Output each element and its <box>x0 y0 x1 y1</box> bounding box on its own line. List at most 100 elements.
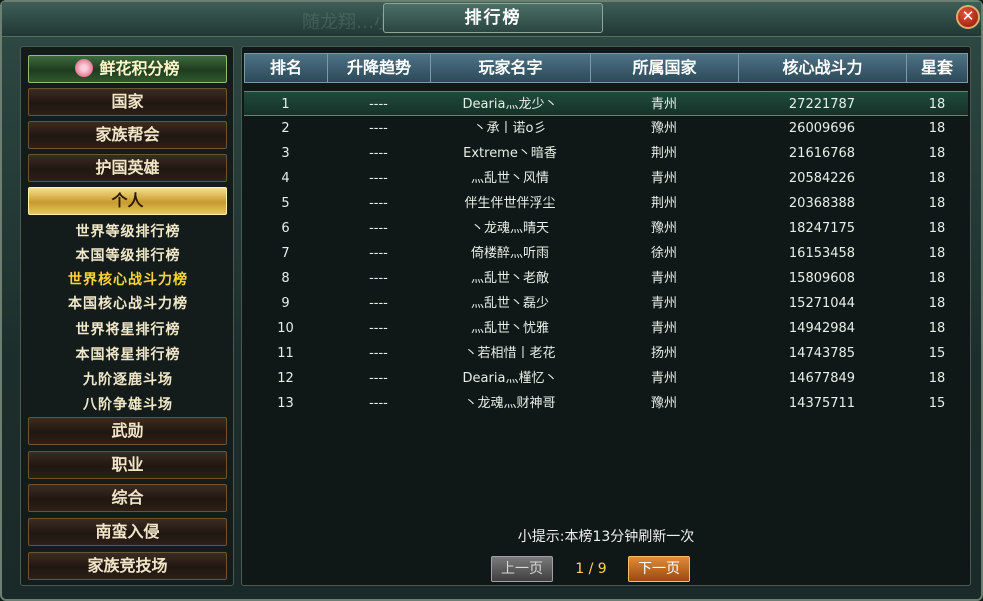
cell-player-name: 丶承丨诺o彡 <box>473 121 547 136</box>
cell-power: 14375711 <box>788 396 856 411</box>
cell-power: 20584226 <box>788 171 856 186</box>
cell-trend: ---- <box>369 221 388 236</box>
table-row[interactable]: 4 ---- 灬乱世丶风情 青州 20584226 18 <box>244 166 968 191</box>
table-row[interactable]: 2 ---- 丶承丨诺o彡 豫州 26009696 18 <box>244 116 968 141</box>
header-power[interactable]: 核心战斗力 <box>738 53 906 83</box>
cell-trend: ---- <box>369 321 388 336</box>
table-row[interactable]: 5 ---- 伴生伴世伴浮尘 荆州 20368388 18 <box>244 191 968 216</box>
sidebar-item-guild[interactable]: 家族帮会 <box>28 121 227 149</box>
header-country[interactable]: 所属国家 <box>590 53 738 83</box>
sub-item-country-level[interactable]: 本国等级排行榜 <box>31 245 225 267</box>
sidebar-item-profession[interactable]: 职业 <box>28 451 227 479</box>
page-indicator: 1 / 9 <box>575 561 607 577</box>
sidebar-item-overall[interactable]: 综合 <box>28 484 227 512</box>
pagination: 上一页 1 / 9 下一页 <box>242 556 970 582</box>
sub-item-arena-9[interactable]: 九阶逐鹿斗场 <box>31 369 225 391</box>
table-row[interactable]: 11 ---- 丶若相惜丨老花 扬州 14743785 15 <box>244 341 968 366</box>
close-icon[interactable]: ✕ <box>956 5 980 29</box>
cell-country: 荆州 <box>650 146 677 161</box>
sub-item-world-power[interactable]: 世界核心战斗力榜 <box>31 269 225 291</box>
header-star-set[interactable]: 星套 <box>906 53 968 83</box>
cell-player-name: 丶若相惜丨老花 <box>464 346 556 361</box>
cell-rank: 2 <box>281 121 290 136</box>
flower-ranking-button[interactable]: 鲜花积分榜 <box>28 55 227 83</box>
table-row[interactable]: 8 ---- 灬乱世丶老敵 青州 15809608 18 <box>244 266 968 291</box>
ranking-panel: 排名 升降趋势 玩家名字 所属国家 核心战斗力 星套 1 ---- Dearia灬龙… <box>241 46 971 586</box>
sidebar-item-merit[interactable]: 武勋 <box>28 417 227 445</box>
cell-star-set: 18 <box>928 146 946 161</box>
cell-trend: ---- <box>369 97 388 112</box>
ranking-rows: 1 ---- Dearia灬龙少丶 青州 27221787 18 2 ---- 丶承丨诺o彡 豫州… <box>244 91 968 416</box>
cell-player-name: Extreme丶暗香 <box>463 146 557 161</box>
table-row[interactable]: 9 ---- 灬乱世丶磊少 青州 15271044 18 <box>244 291 968 316</box>
prev-page-button[interactable]: 上一页 <box>491 556 553 582</box>
sidebar-item-personal[interactable]: 个人 <box>28 187 227 215</box>
cell-trend: ---- <box>369 296 388 311</box>
cell-rank: 10 <box>277 321 294 336</box>
title-bar[interactable]: 随龙翔…小北孙…击败入侵者! 排行榜 ✕ <box>2 2 981 37</box>
cell-trend: ---- <box>369 146 388 161</box>
cell-trend: ---- <box>369 171 388 186</box>
window-title: 排行榜 <box>383 3 603 33</box>
header-player-name[interactable]: 玩家名字 <box>430 53 590 83</box>
sidebar-item-country[interactable]: 国家 <box>28 88 227 116</box>
flower-icon <box>75 58 94 77</box>
table-row[interactable]: 13 ---- 丶龙魂灬财神哥 豫州 14375711 15 <box>244 391 968 416</box>
cell-player-name: 灬乱世丶磊少 <box>470 296 549 311</box>
cell-country: 徐州 <box>650 246 677 261</box>
cell-trend: ---- <box>369 371 388 386</box>
cell-rank: 7 <box>281 246 290 261</box>
table-row[interactable]: 3 ---- Extreme丶暗香 荆州 21616768 18 <box>244 141 968 166</box>
sub-item-country-power[interactable]: 本国核心战斗力榜 <box>31 293 225 315</box>
cell-power: 27221787 <box>788 97 856 112</box>
cell-country: 豫州 <box>650 221 677 236</box>
table-row[interactable]: 6 ---- 丶龙魂灬晴天 豫州 18247175 18 <box>244 216 968 241</box>
cell-power: 14743785 <box>788 346 856 361</box>
cell-player-name: 丶龙魂灬财神哥 <box>464 396 556 411</box>
header-rank[interactable]: 排名 <box>244 53 327 83</box>
cell-power: 14677849 <box>788 371 856 386</box>
cell-rank: 8 <box>281 271 290 286</box>
cell-trend: ---- <box>369 271 388 286</box>
cell-player-name: 伴生伴世伴浮尘 <box>464 196 556 211</box>
cell-rank: 12 <box>277 371 294 386</box>
sub-item-arena-8[interactable]: 八阶争雄斗场 <box>31 394 225 416</box>
cell-rank: 13 <box>277 396 294 411</box>
cell-power: 16153458 <box>788 246 856 261</box>
cell-power: 21616768 <box>788 146 856 161</box>
cell-rank: 1 <box>281 97 290 112</box>
cell-star-set: 18 <box>928 246 946 261</box>
sub-item-country-general[interactable]: 本国将星排行榜 <box>31 344 225 366</box>
table-row[interactable]: 10 ---- 灬乱世丶忧雅 青州 14942984 18 <box>244 316 968 341</box>
sub-item-world-general[interactable]: 世界将星排行榜 <box>31 319 225 341</box>
cell-player-name: 倚楼醉灬听雨 <box>470 246 549 261</box>
cell-trend: ---- <box>369 346 388 361</box>
table-row[interactable]: 7 ---- 倚楼醉灬听雨 徐州 16153458 18 <box>244 241 968 266</box>
cell-power: 20368388 <box>788 196 856 211</box>
cell-star-set: 18 <box>928 97 946 112</box>
table-row[interactable]: 1 ---- Dearia灬龙少丶 青州 27221787 18 <box>244 91 968 116</box>
cell-country: 扬州 <box>650 346 677 361</box>
header-trend[interactable]: 升降趋势 <box>327 53 430 83</box>
cell-power: 15809608 <box>788 271 856 286</box>
cell-star-set: 18 <box>928 321 946 336</box>
cell-rank: 6 <box>281 221 290 236</box>
ranking-window: 随龙翔…小北孙…击败入侵者! 排行榜 ✕ 鲜花积分榜 国家 家族帮会 护国英雄 … <box>0 0 983 601</box>
cell-player-name: 灬乱世丶风情 <box>470 171 549 186</box>
table-row[interactable]: 12 ---- Dearia灬槿忆丶 青州 14677849 18 <box>244 366 968 391</box>
cell-star-set: 18 <box>928 271 946 286</box>
cell-country: 荆州 <box>650 196 677 211</box>
sub-item-world-level[interactable]: 世界等级排行榜 <box>31 221 225 243</box>
cell-star-set: 15 <box>928 396 946 411</box>
cell-player-name: 灬乱世丶忧雅 <box>470 321 549 336</box>
category-sidebar: 鲜花积分榜 国家 家族帮会 护国英雄 个人 世界等级排行榜 本国等级排行榜 世界… <box>20 46 234 586</box>
sidebar-item-family-arena[interactable]: 家族竞技场 <box>28 552 227 580</box>
cell-rank: 3 <box>281 146 290 161</box>
sidebar-item-hero[interactable]: 护国英雄 <box>28 154 227 182</box>
next-page-button[interactable]: 下一页 <box>628 556 690 582</box>
cell-country: 青州 <box>650 321 677 336</box>
sidebar-item-invasion[interactable]: 南蛮入侵 <box>28 518 227 546</box>
cell-power: 15271044 <box>788 296 856 311</box>
refresh-hint: 小提示:本榜13分钟刷新一次 <box>517 529 695 545</box>
cell-star-set: 18 <box>928 221 946 236</box>
